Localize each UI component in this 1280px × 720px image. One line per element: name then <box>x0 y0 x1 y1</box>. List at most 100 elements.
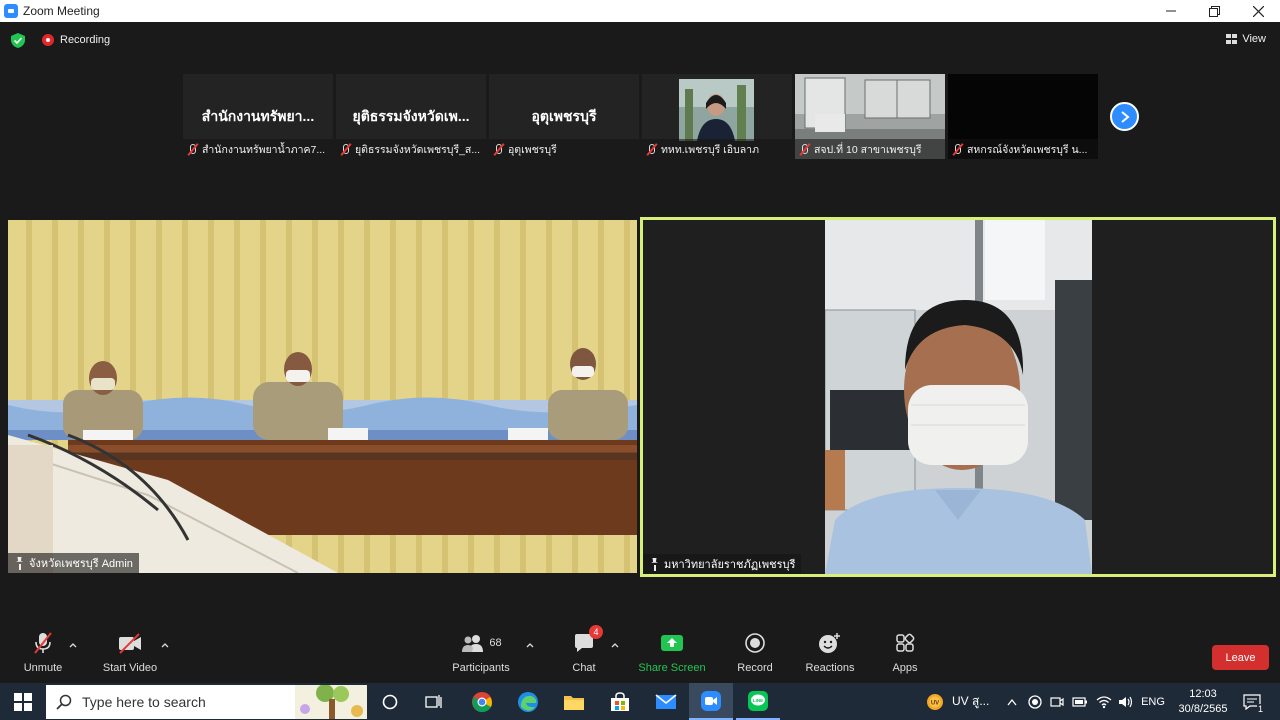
record-button[interactable]: Record <box>735 630 775 674</box>
share-screen-label: Share Screen <box>638 662 706 674</box>
chrome-taskbar-button[interactable] <box>460 683 504 720</box>
network-button[interactable] <box>1094 683 1114 720</box>
file-explorer-taskbar-button[interactable] <box>552 683 596 720</box>
start-video-label: Start Video <box>102 662 158 674</box>
restore-icon <box>1208 5 1220 17</box>
close-button[interactable] <box>1236 0 1280 22</box>
search-placeholder: Type here to search <box>82 694 206 710</box>
start-button[interactable] <box>0 683 46 720</box>
clock-date: 30/8/2565 <box>1178 702 1228 715</box>
apps-button[interactable]: Apps <box>888 630 922 674</box>
task-view-icon <box>425 694 442 708</box>
participants-count: 68 <box>489 637 502 649</box>
reactions-button[interactable]: Reactions <box>804 630 856 674</box>
participant-caption: อุตุเพชรบุรี <box>489 139 639 159</box>
participant-name: จังหวัดเพชรบุรี Admin <box>29 558 133 570</box>
participant-caption: ทหท.เพชรบุรี เอิบลาภ <box>642 139 792 159</box>
cortana-circle-icon <box>382 694 398 709</box>
battery-icon <box>1072 696 1087 707</box>
recording-indicator[interactable]: Recording <box>42 34 110 46</box>
participant-name: สจป.ที่ 10 สาขาเพชรบุรี <box>814 143 922 156</box>
clock[interactable]: 12:03 30/8/2565 <box>1172 683 1234 720</box>
chrome-icon <box>472 691 492 712</box>
task-view-button[interactable] <box>412 683 456 720</box>
input-language-indicator[interactable]: ENG <box>1138 683 1168 720</box>
line-taskbar-button[interactable]: LINE <box>736 683 780 720</box>
participant-name-large: ยุติธรรมจังหวัดเพ... <box>352 108 470 124</box>
camera-icon <box>1050 696 1064 707</box>
tray-record-icon[interactable] <box>1026 683 1044 720</box>
chevron-up-icon[interactable] <box>525 640 535 650</box>
close-icon <box>1252 5 1264 17</box>
main-video-left[interactable]: จังหวัดเพชรบุรี Admin <box>8 220 637 573</box>
participant-tile[interactable]: ทหท.เพชรบุรี เอิบลาภ <box>642 74 792 159</box>
line-app-icon: LINE <box>748 690 768 711</box>
svg-text:LINE: LINE <box>753 698 763 703</box>
notification-center-button[interactable]: 1 <box>1238 683 1266 720</box>
apps-label: Apps <box>892 662 918 674</box>
battery-button[interactable] <box>1070 683 1090 720</box>
chat-label: Chat <box>572 662 596 674</box>
svg-text:UV: UV <box>931 700 939 706</box>
notification-count: 1 <box>1256 704 1264 714</box>
chevron-up-icon[interactable] <box>160 640 170 650</box>
clock-time: 12:03 <box>1189 687 1217 700</box>
windows-taskbar: Type here to search LINE UV UV สู... ENG… <box>0 683 1280 720</box>
folder-icon <box>564 695 584 710</box>
chat-badge: 4 <box>589 625 603 639</box>
participant-name: มหาวิทยาลัยราชภัฏเพชรบุรี <box>664 559 796 571</box>
edge-taskbar-button[interactable] <box>506 683 550 720</box>
mic-muted-icon <box>645 143 658 156</box>
main-video-active-speaker[interactable]: มหาวิทยาลัยราชภัฏเพชรบุรี <box>640 217 1276 577</box>
chat-button[interactable]: 4 Chat <box>566 625 603 674</box>
zoom-taskbar-button[interactable] <box>689 683 733 720</box>
chevron-up-icon[interactable] <box>68 640 78 650</box>
unmute-button[interactable]: Unmute <box>20 630 66 674</box>
participants-button[interactable]: 68 Participants <box>450 630 512 674</box>
sun-uv-icon: UV <box>927 693 943 710</box>
taskbar-search-box[interactable]: Type here to search <box>46 685 367 719</box>
participants-label: Participants <box>452 662 510 674</box>
participant-tile[interactable]: สจป.ที่ 10 สาขาเพชรบุรี <box>795 74 945 159</box>
unmute-label: Unmute <box>23 662 63 674</box>
view-button[interactable]: View <box>1226 33 1266 45</box>
volume-button[interactable] <box>1116 683 1136 720</box>
participant-name: สหกรณ์จังหวัดเพชรบุรี น... <box>967 143 1088 156</box>
participant-name: สำนักงานทรัพยาน้ำภาค7... <box>202 143 326 156</box>
participant-name: ยุติธรรมจังหวัดเพชรบุรี_ส... <box>355 143 481 156</box>
mic-muted-icon <box>798 143 811 156</box>
participant-caption: สจป.ที่ 10 สาขาเพชรบุรี <box>795 139 945 159</box>
participant-tile[interactable]: สหกรณ์จังหวัดเพชรบุรี น... <box>948 74 1098 159</box>
tray-camera-icon[interactable] <box>1048 683 1066 720</box>
weather-widget[interactable]: UV สู... <box>952 683 996 720</box>
recording-label: Recording <box>60 34 111 46</box>
shield-icon[interactable] <box>11 33 25 48</box>
next-page-button[interactable] <box>1110 102 1139 131</box>
title-bar: Zoom Meeting <box>0 0 1280 22</box>
store-taskbar-button[interactable] <box>598 683 642 720</box>
video-caption: จังหวัดเพชรบุรี Admin <box>8 553 139 573</box>
show-hidden-icons-button[interactable] <box>1004 683 1020 720</box>
start-video-button[interactable]: Start Video <box>100 630 160 674</box>
restore-button[interactable] <box>1192 0 1236 22</box>
participant-tile[interactable]: สำนักงานทรัพยา... สำนักงานทรัพยาน้ำภาค7.… <box>183 74 333 159</box>
record-icon <box>745 633 765 653</box>
share-screen-button[interactable]: Share Screen <box>637 630 707 674</box>
record-label: Record <box>737 662 773 674</box>
chevron-up-icon[interactable] <box>610 640 620 650</box>
store-bag-icon <box>611 691 629 711</box>
participant-tile[interactable]: ยุติธรรมจังหวัดเพ... ยุติธรรมจังหวัดเพชร… <box>336 74 486 159</box>
smiley-plus-icon <box>819 633 840 653</box>
mail-taskbar-button[interactable] <box>644 683 688 720</box>
minimize-button[interactable] <box>1149 0 1193 22</box>
mic-muted-icon <box>339 143 352 156</box>
reactions-label: Reactions <box>805 662 855 674</box>
mic-muted-icon <box>951 143 964 156</box>
participant-tile[interactable]: อุตุเพชรบุรี อุตุเพชรบุรี <box>489 74 639 159</box>
conference-room-video <box>8 220 637 573</box>
participant-name-large: อุตุเพชรบุรี <box>531 108 597 124</box>
weather-widget-icon[interactable]: UV <box>922 683 948 720</box>
cortana-button[interactable] <box>368 683 412 720</box>
leave-button[interactable]: Leave <box>1212 645 1269 670</box>
window-title: Zoom Meeting <box>23 4 100 18</box>
